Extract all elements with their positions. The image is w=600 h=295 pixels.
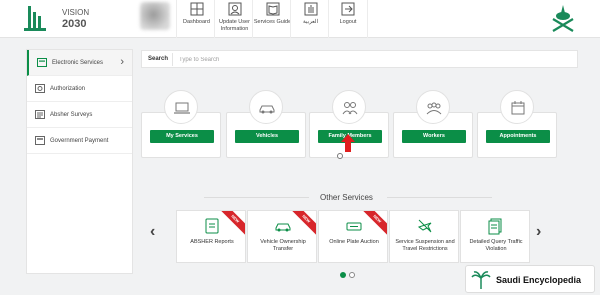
authorization-icon — [35, 84, 45, 93]
pagination-dot[interactable] — [349, 272, 355, 278]
carousel-next-button[interactable]: › — [536, 223, 541, 241]
other-service-label: Detailed Query Traffic Violation — [469, 239, 523, 252]
svg-text:2030: 2030 — [62, 18, 86, 30]
family-icon — [342, 102, 358, 115]
nav-services-guide[interactable]: Services Guide — [252, 0, 292, 38]
workers-button[interactable]: Workers — [402, 130, 466, 143]
nav-language-label: العربية — [302, 19, 319, 25]
nav-language[interactable]: العربية — [290, 0, 330, 38]
car-transfer-icon — [275, 223, 291, 232]
search-bar: Search — [141, 50, 578, 68]
nav-dashboard-label: Dashboard — [183, 19, 210, 25]
nav-update-user-info-label: Update User Information — [219, 19, 250, 32]
search-input[interactable] — [172, 53, 572, 66]
calendar-icon — [511, 101, 525, 115]
new-badge: NEW — [218, 211, 245, 236]
other-service-label: Vehicle Ownership Transfer — [260, 239, 306, 252]
other-service-traffic-violation-query[interactable]: Detailed Query Traffic Violation — [460, 210, 530, 263]
nav-dashboard[interactable]: Dashboard — [176, 0, 216, 38]
sidebar-item-absher-surveys[interactable]: Absher Surveys — [27, 102, 132, 128]
search-label: Search — [148, 56, 169, 62]
sidebar-item-label: Electronic Services — [52, 60, 104, 66]
top-header: VISION 2030 Dashboard Update User Inform… — [0, 0, 600, 38]
sidebar-item-authorization[interactable]: Authorization — [27, 76, 132, 102]
calendar-icon-circle — [500, 90, 534, 124]
sidebar-item-label: Authorization — [50, 86, 86, 92]
other-services-title: Other Services — [320, 193, 373, 202]
workers-icon — [426, 102, 442, 115]
appointments-button[interactable]: Appointments — [486, 130, 550, 143]
saudi-emblem-icon — [552, 5, 574, 32]
plate-icon — [346, 222, 362, 231]
report-icon — [205, 218, 219, 234]
other-service-label: Online Plate Auction — [329, 239, 379, 245]
new-badge: NEW — [289, 211, 316, 236]
user-avatar[interactable] — [140, 2, 170, 30]
my-services-button[interactable]: My Services — [150, 130, 214, 143]
laptop-icon-circle — [164, 90, 198, 124]
car-icon — [259, 105, 275, 114]
payment-icon — [35, 136, 45, 145]
other-service-absher-reports[interactable]: NEW ABSHER Reports — [176, 210, 246, 263]
book-icon — [266, 2, 279, 16]
other-service-suspension-travel-restrictions[interactable]: Service Suspension and Travel Restrictio… — [389, 210, 459, 263]
sidebar-item-government-payment[interactable]: Government Payment — [27, 128, 132, 154]
vehicles-button[interactable]: Vehicles — [235, 130, 299, 143]
mouse-cursor — [337, 153, 343, 159]
new-badge: NEW — [360, 211, 387, 236]
other-service-label: ABSHER Reports — [190, 239, 234, 245]
car-icon-circle — [249, 90, 283, 124]
nav-update-user-info[interactable]: Update User Information — [214, 0, 254, 38]
other-service-label: Service Suspension and Travel Restrictio… — [395, 239, 455, 252]
grid-icon — [190, 2, 203, 16]
vision-2030-logo: VISION 2030 — [24, 6, 89, 31]
services-icon — [37, 58, 47, 67]
other-service-online-plate-auction[interactable]: NEW Online Plate Auction — [318, 210, 388, 263]
workers-icon-circle — [416, 90, 450, 124]
logout-icon — [341, 2, 355, 16]
divider-right — [387, 197, 492, 198]
sidebar-item-label: Government Payment — [50, 138, 109, 144]
watermark-text: Saudi Encyclopedia — [496, 275, 582, 285]
divider-left — [204, 197, 309, 198]
watermark: Saudi Encyclopedia — [465, 265, 595, 293]
sidebar-item-label: Absher Surveys — [50, 112, 93, 118]
carousel-pagination — [340, 265, 358, 283]
family-icon-circle — [332, 90, 366, 124]
nav-logout[interactable]: Logout — [328, 0, 368, 38]
chevron-right-icon: › — [120, 56, 124, 68]
plane-off-icon — [417, 219, 432, 233]
nav-services-guide-label: Services Guide — [253, 19, 292, 25]
svg-text:VISION: VISION — [62, 8, 89, 17]
user-edit-icon — [228, 2, 241, 16]
nav-logout-label: Logout — [339, 19, 357, 25]
carousel-prev-button[interactable]: ‹ — [150, 223, 155, 241]
other-service-vehicle-ownership-transfer[interactable]: NEW Vehicle Ownership Transfer — [247, 210, 317, 263]
laptop-icon — [174, 102, 190, 114]
document-icon — [488, 218, 502, 235]
palm-logo-icon — [471, 271, 491, 289]
red-arrow-annotation — [341, 134, 355, 152]
sidebar: Electronic Services › Authorization Absh… — [26, 49, 133, 274]
pagination-dot-active[interactable] — [340, 272, 346, 278]
sidebar-item-electronic-services[interactable]: Electronic Services › — [27, 50, 132, 76]
hand-icon — [304, 2, 317, 16]
survey-icon — [35, 110, 45, 119]
